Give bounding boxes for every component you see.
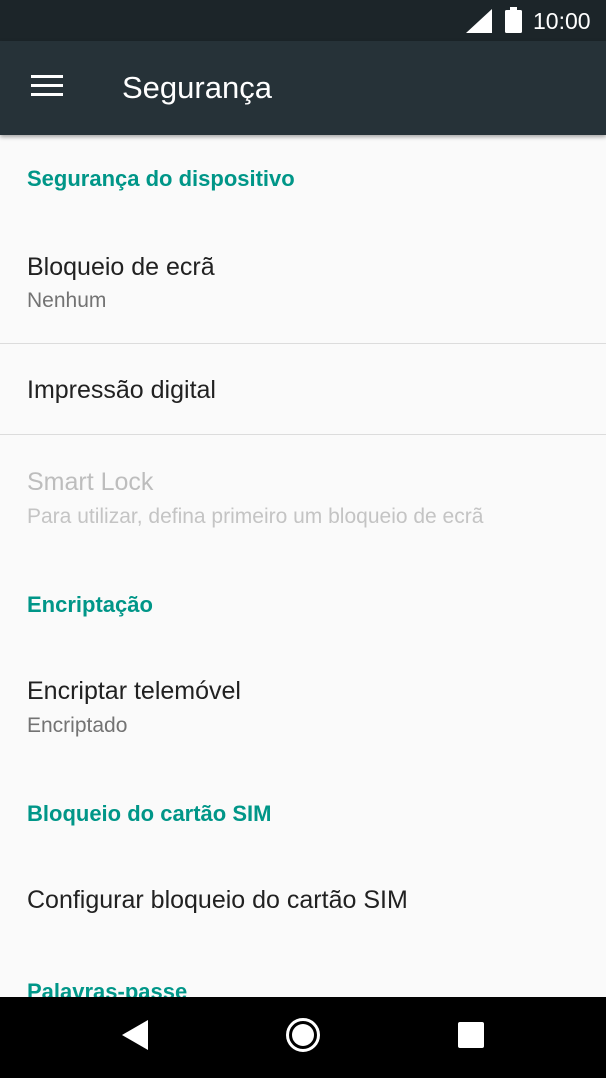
home-circle-icon (285, 1017, 321, 1058)
status-time: 10:00 (533, 8, 591, 34)
pref-screen-lock[interactable]: Bloqueio de ecrã Nenhum (0, 207, 606, 343)
category-device-security: Segurança do dispositivo (27, 166, 295, 191)
hamburger-menu-icon (31, 74, 63, 102)
status-bar: 10:00 (0, 0, 606, 41)
pref-configure-sim-lock[interactable]: Configurar bloqueio do cartão SIM (0, 845, 606, 965)
category-passwords: Palavras-passe (27, 979, 188, 997)
pref-encrypt-phone-title: Encriptar telemóvel (27, 677, 241, 705)
pref-smart-lock: Smart Lock Para utilizar, defina primeir… (0, 435, 606, 545)
pref-fingerprint-title: Impressão digital (27, 376, 216, 404)
category-sim-lock: Bloqueio do cartão SIM (27, 801, 272, 826)
pref-screen-lock-title: Bloqueio de ecrã (27, 253, 215, 281)
app-toolbar: Segurança (0, 41, 606, 135)
pref-encrypt-phone[interactable]: Encriptar telemóvel Encriptado (0, 635, 606, 765)
pref-smart-lock-summary: Para utilizar, defina primeiro um bloque… (27, 505, 484, 528)
signal-icon (466, 9, 492, 38)
navigation-bar (0, 997, 606, 1078)
battery-icon (505, 7, 522, 38)
pref-fingerprint[interactable]: Impressão digital (0, 344, 606, 435)
pref-smart-lock-title: Smart Lock (27, 468, 154, 496)
menu-button[interactable] (20, 63, 74, 113)
category-encryption: Encriptação (27, 592, 153, 617)
pref-encrypt-phone-summary: Encriptado (27, 714, 128, 737)
back-triangle-icon (122, 1019, 148, 1055)
back-button[interactable] (105, 1007, 165, 1067)
recents-square-icon (458, 1021, 484, 1053)
pref-configure-sim-lock-title: Configurar bloqueio do cartão SIM (27, 886, 408, 914)
pref-screen-lock-summary: Nenhum (27, 289, 107, 312)
recents-button[interactable] (441, 1007, 501, 1067)
home-button[interactable] (273, 1007, 333, 1067)
page-title: Segurança (122, 70, 272, 105)
settings-list[interactable]: Segurança do dispositivo Bloqueio de ecr… (0, 135, 606, 997)
